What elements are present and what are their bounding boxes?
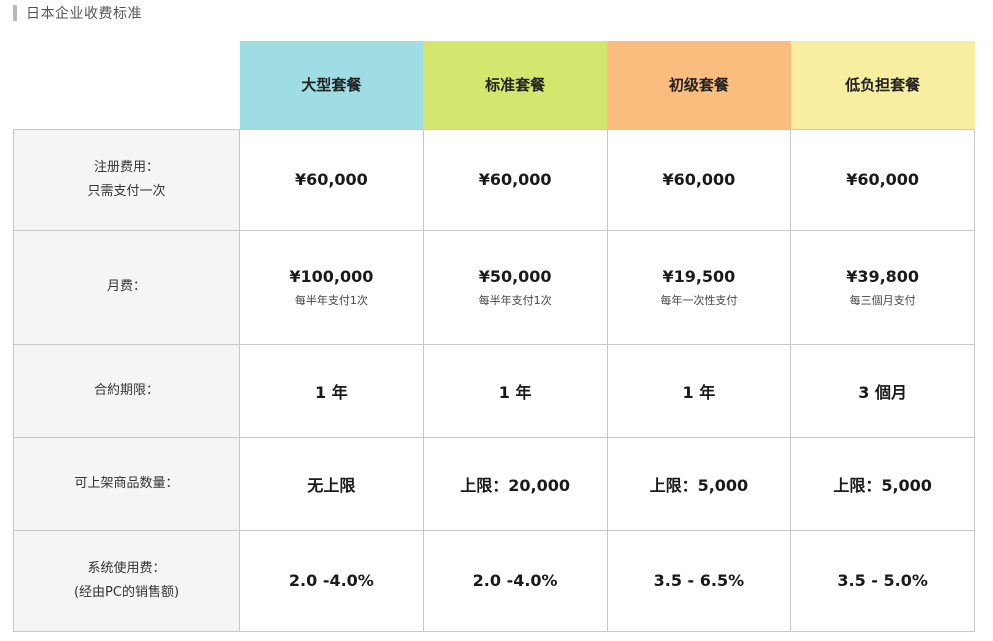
contract-term-low-cost: 3 個月 [790,343,975,438]
monthly-fee-basic: ¥19,500 每年一次性支付 [606,229,792,345]
label-line: 系统使用费： [87,560,166,576]
listing-limit-low-cost: 上限：5,000 [790,436,975,531]
system-fee-standard: 2.0 -4.0% [422,529,608,632]
monthly-fee-standard: ¥50,000 每半年支付1次 [422,229,608,345]
value-main: ¥60,000 [662,170,736,189]
plan-header-low-cost: 低负担套餐 [790,41,975,129]
value-main: 上限：5,000 [649,475,749,495]
value-main: 上限：20,000 [460,475,570,495]
listing-limit-large: 无上限 [239,436,424,531]
contract-term-row: 合約期限： 1 年 1 年 1 年 3 個月 [13,343,975,438]
label-line: 月费： [106,279,146,294]
section-title: 日本企业收费标准 [13,4,142,22]
system-fee-basic: 3.5 - 6.5% [606,529,792,632]
registration-fee-basic: ¥60,000 [606,128,792,231]
value-note: 每年一次性支付 [660,293,738,307]
value-main: 3.5 - 6.5% [653,571,745,590]
plan-header-standard: 标准套餐 [423,41,607,129]
registration-fee-low-cost: ¥60,000 [790,128,975,231]
system-fee-low-cost: 3.5 - 5.0% [790,529,975,632]
listing-limit-row: 可上架商品数量： 无上限 上限：20,000 上限：5,000 上限：5,000 [13,436,975,531]
value-main: 无上限 [307,475,356,495]
listing-limit-standard: 上限：20,000 [422,436,608,531]
value-main: 1 年 [315,382,348,402]
contract-term-standard: 1 年 [422,343,608,438]
value-main: 上限：5,000 [833,475,932,495]
value-main: ¥60,000 [846,170,920,189]
plan-header-large: 大型套餐 [239,41,424,129]
registration-fee-standard: ¥60,000 [422,128,608,231]
listing-limit-basic: 上限：5,000 [606,436,792,531]
value-note: 每半年支付1次 [478,293,552,307]
plan-header-row: 大型套餐 标准套餐 初级套餐 低负担套餐 [13,41,975,129]
plan-header-basic: 初级套餐 [607,41,791,129]
value-main: 1 年 [682,382,716,402]
value-main: ¥19,500 [662,266,736,286]
row-label-registration-fee: 注册费用： 只需支付一次 [13,128,240,231]
label-line: 只需支付一次 [87,183,166,199]
row-label-listing-limit: 可上架商品数量： [13,436,240,531]
monthly-fee-low-cost: ¥39,800 每三個月支付 [790,229,975,345]
label-line: (经由PC的销售额) [73,584,180,600]
value-main: 3 個月 [858,382,907,402]
monthly-fee-large: ¥100,000 每半年支付1次 [239,229,424,345]
label-line: 可上架商品数量： [74,475,179,491]
value-main: 2.0 -4.0% [288,571,374,590]
row-label-monthly-fee: 月费： [13,229,240,345]
row-label-system-fee: 系统使用费： (经由PC的销售额) [13,529,240,632]
registration-fee-large: ¥60,000 [239,128,424,231]
monthly-fee-row: 月费： ¥100,000 每半年支付1次 ¥50,000 每半年支付1次 ¥19… [13,229,975,345]
row-label-contract-term: 合約期限： [13,343,240,438]
value-main: ¥50,000 [478,266,552,286]
value-main: ¥60,000 [294,170,368,189]
value-main: 1 年 [498,382,532,402]
system-fee-large: 2.0 -4.0% [239,529,424,632]
page-title: 日本企业收费标准 [26,6,142,22]
pricing-table: 大型套餐 标准套餐 初级套餐 低负担套餐 注册费用： 只需支付一次 ¥60,00… [13,41,975,632]
value-note: 每三個月支付 [849,293,916,307]
contract-term-large: 1 年 [239,343,424,438]
value-main: ¥100,000 [289,266,374,286]
value-main: ¥39,800 [846,266,920,286]
value-main: 3.5 - 5.0% [837,571,928,590]
title-marker [13,5,17,21]
registration-fee-row: 注册费用： 只需支付一次 ¥60,000 ¥60,000 ¥60,000 ¥60… [13,128,975,231]
value-main: 2.0 -4.0% [472,571,558,590]
system-fee-row: 系统使用费： (经由PC的销售额) 2.0 -4.0% 2.0 -4.0% 3.… [13,529,975,632]
value-main: ¥60,000 [478,170,552,189]
label-line: 注册费用： [93,159,159,175]
contract-term-basic: 1 年 [606,343,792,438]
header-blank-cell [13,41,240,129]
value-note: 每半年支付1次 [294,293,368,307]
label-line: 合約期限： [93,382,159,398]
